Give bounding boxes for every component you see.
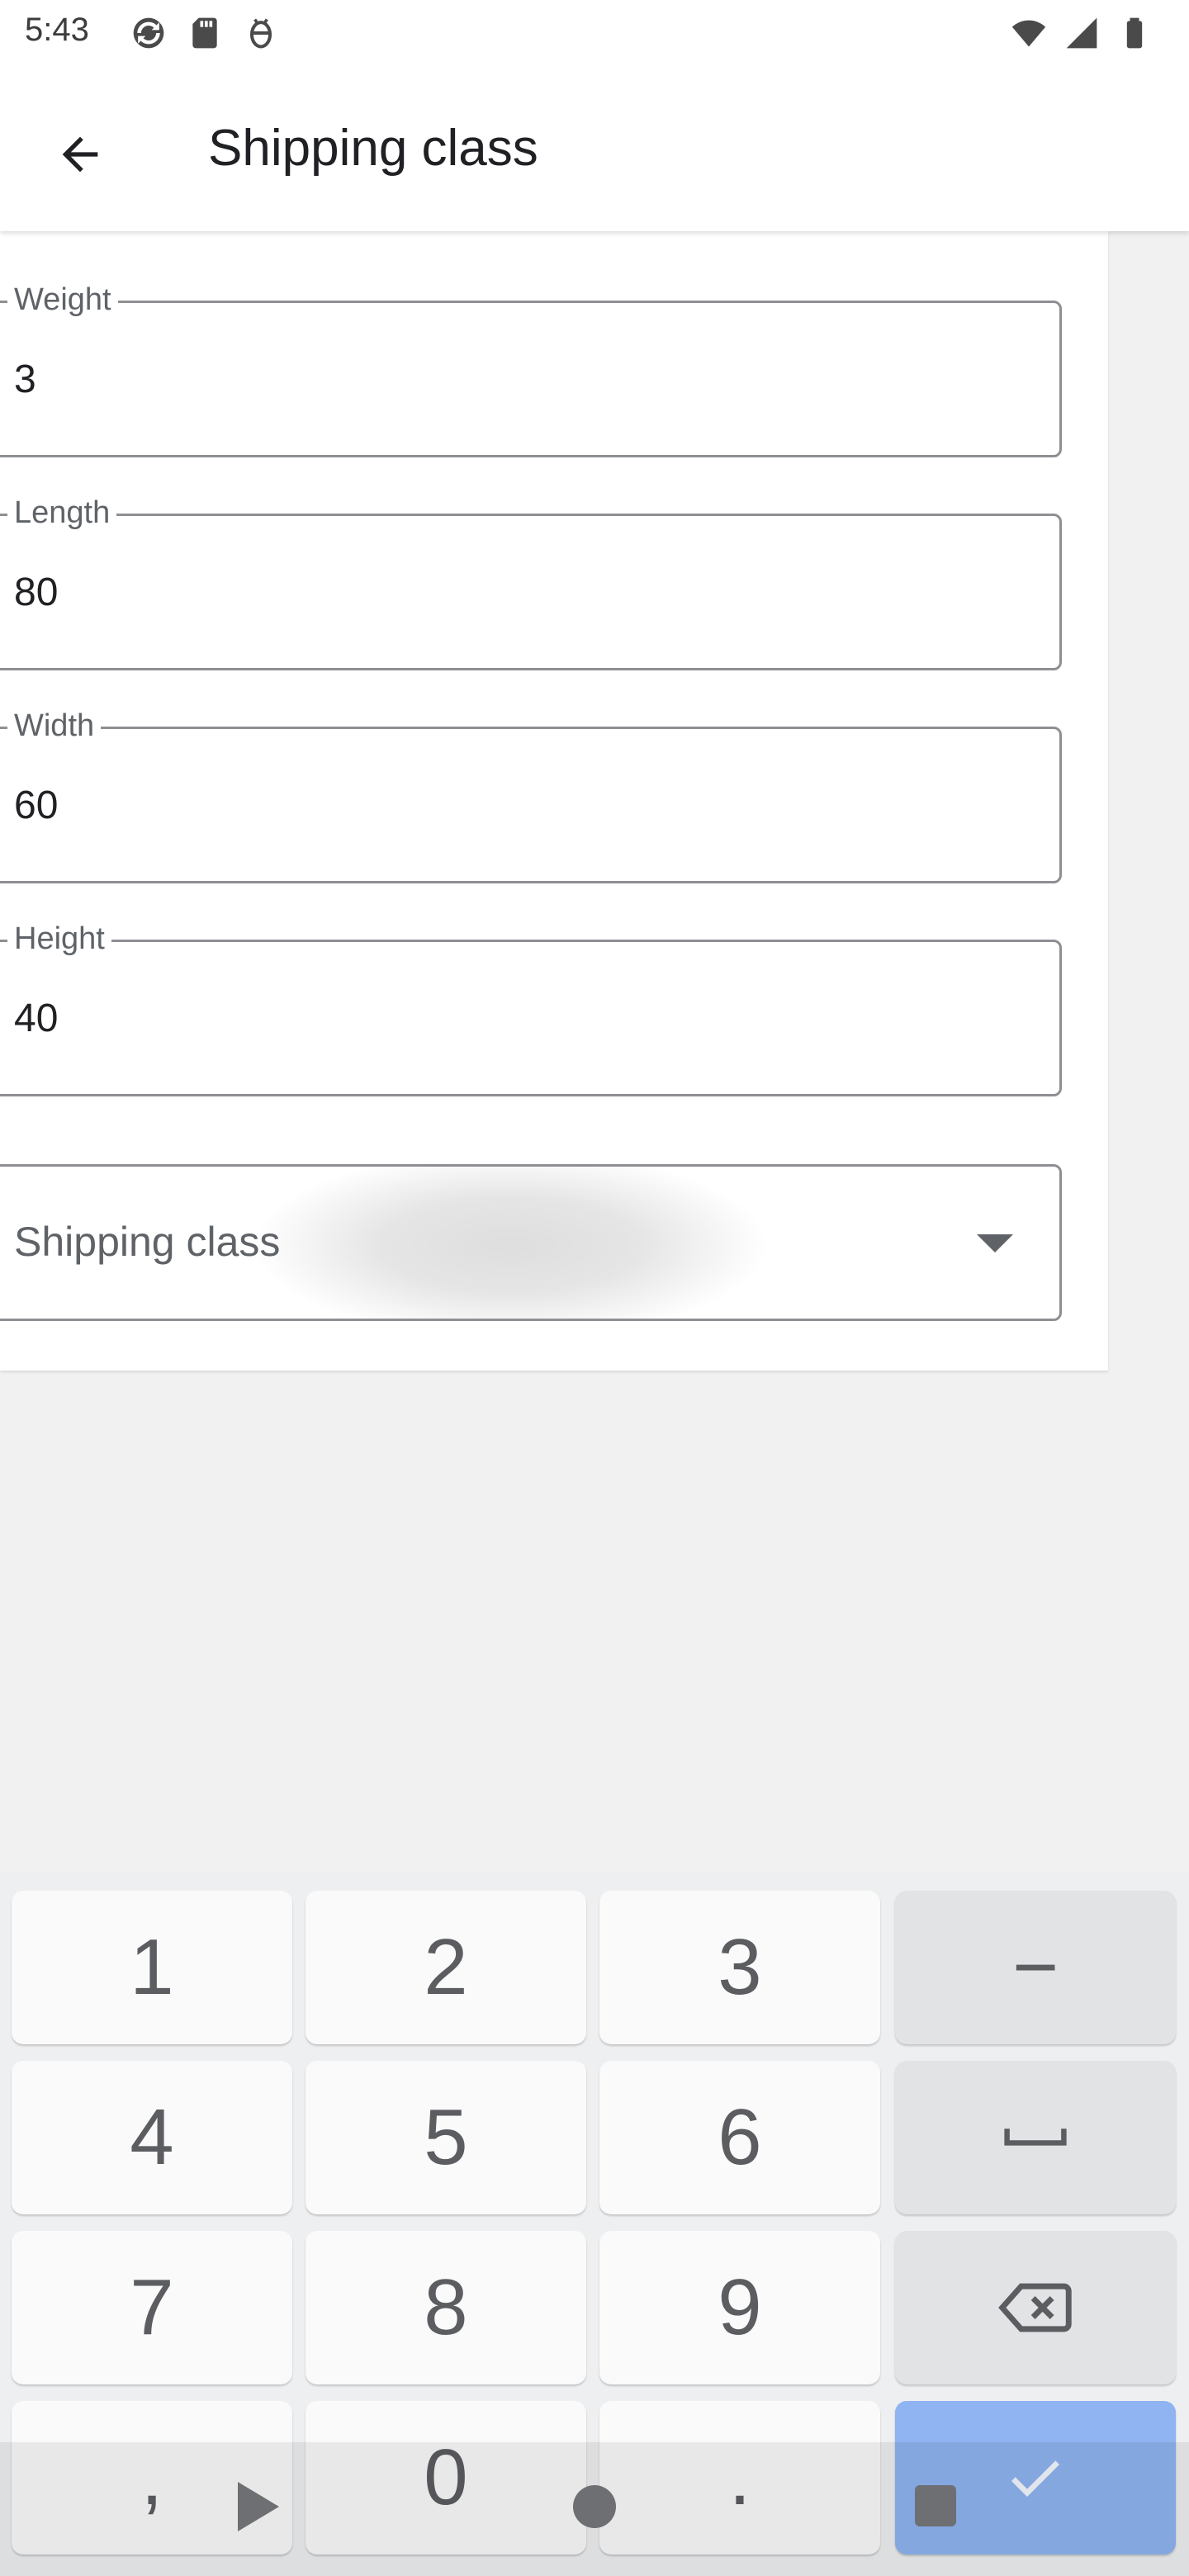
key-8[interactable]: 8 [306, 2231, 586, 2384]
key-5[interactable]: 5 [306, 2061, 586, 2214]
status-bar: 5:43 [0, 0, 1189, 73]
touch-ripple [250, 1167, 770, 1319]
key-6[interactable]: 6 [599, 2061, 880, 2214]
status-time: 5:43 [25, 12, 89, 48]
width-field[interactable]: Width [0, 708, 1062, 883]
page-title: Shipping class [208, 120, 538, 177]
status-icons-left [130, 15, 279, 51]
nav-recents-icon[interactable] [915, 2485, 956, 2526]
space-icon [1004, 2129, 1067, 2146]
shipping-class-placeholder: Shipping class [14, 1219, 281, 1265]
sd-card-icon [192, 17, 217, 49]
arrow-back-icon [62, 136, 98, 173]
key-4[interactable]: 4 [12, 2061, 292, 2214]
height-input[interactable] [14, 995, 922, 1043]
app-bar: Shipping class [0, 73, 1189, 231]
debug-icon [249, 18, 272, 49]
length-input[interactable] [14, 569, 922, 617]
key-backspace[interactable] [895, 2231, 1176, 2384]
key-comma[interactable]: , [12, 2401, 292, 2555]
key-enter[interactable] [895, 2401, 1176, 2555]
dropdown-arrow-icon [977, 1234, 1013, 1252]
key-3[interactable]: 3 [599, 1891, 880, 2044]
key-1[interactable]: 1 [12, 1891, 292, 2044]
status-icons-right [1011, 15, 1153, 51]
weight-label: Weight [7, 282, 118, 318]
nav-home-icon[interactable] [573, 2485, 616, 2528]
width-label: Width [7, 708, 102, 744]
weight-input[interactable] [14, 356, 922, 404]
numeric-keyboard: 1 2 3 − 4 5 6 7 8 9 , 0 . [0, 1873, 1189, 2576]
key-minus[interactable]: − [895, 1891, 1176, 2044]
key-2[interactable]: 2 [306, 1891, 586, 2044]
key-7[interactable]: 7 [12, 2231, 292, 2384]
sync-icon [133, 17, 164, 49]
wifi-icon [1011, 20, 1046, 47]
key-9[interactable]: 9 [599, 2231, 880, 2384]
height-label: Height [7, 921, 111, 957]
key-period[interactable]: . [599, 2401, 880, 2555]
weight-field[interactable]: Weight [0, 282, 1062, 457]
back-button[interactable] [46, 121, 114, 188]
height-field[interactable]: Height [0, 921, 1062, 1096]
battery-icon [1126, 17, 1143, 49]
length-field[interactable]: Length [0, 495, 1062, 670]
key-space[interactable] [895, 2061, 1176, 2214]
width-input[interactable] [14, 782, 922, 830]
key-0[interactable]: 0 [306, 2401, 586, 2555]
shipping-class-dropdown[interactable]: Shipping class [0, 1164, 1062, 1321]
nav-back-icon[interactable] [238, 2482, 279, 2531]
form-panel: Weight Length Width Height Shipping clas… [0, 231, 1108, 1371]
cell-signal-icon [1066, 17, 1097, 49]
checkmark-icon [1011, 2460, 1060, 2498]
backspace-icon [998, 2283, 1072, 2332]
length-label: Length [7, 495, 117, 531]
